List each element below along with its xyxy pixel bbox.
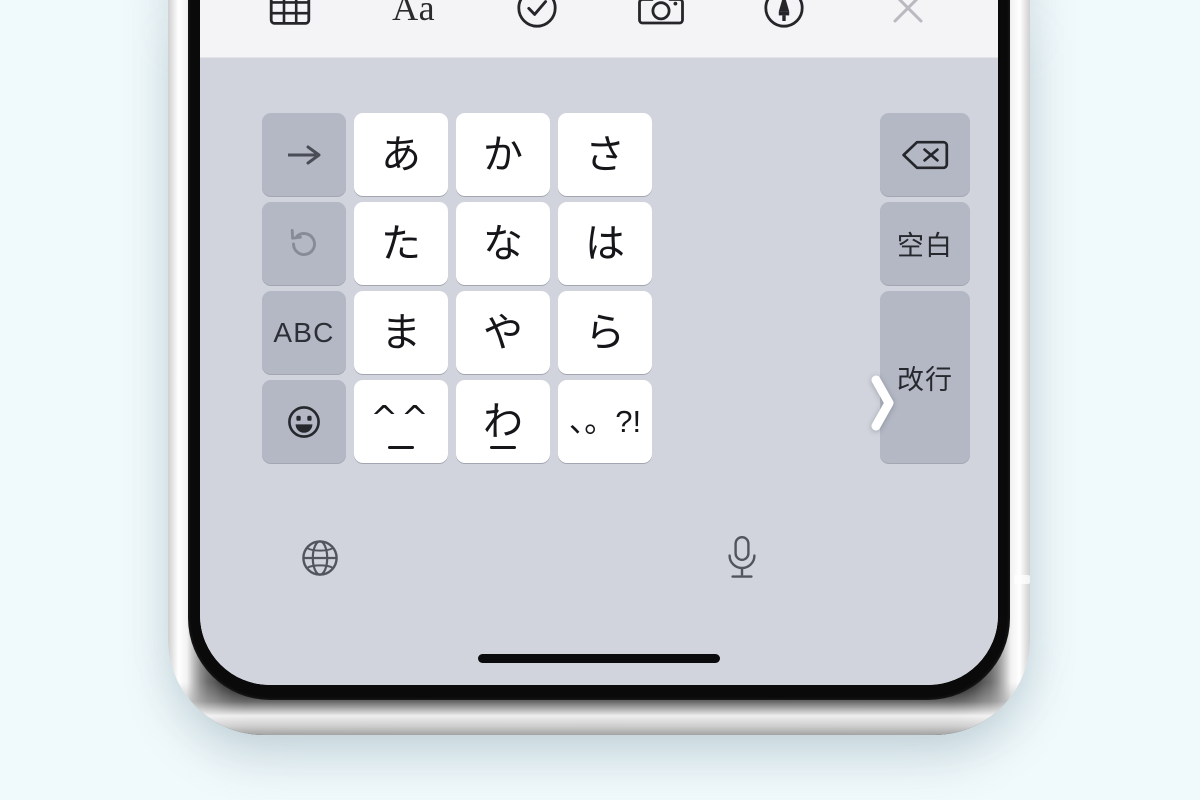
globe-icon[interactable] [290,528,350,588]
key-na[interactable]: な [456,202,550,285]
key-delete[interactable] [880,113,970,196]
phone-screen: Aa あ か さ た な は ABC ま や ら ^^ わ 、。?! 空白 改行 [200,0,998,685]
key-sa[interactable]: さ [558,113,652,196]
close-icon[interactable] [876,0,940,40]
check-circle-icon[interactable] [505,0,569,40]
keyboard-main-grid: あ か さ た な は ABC ま や ら ^^ わ 、。?! [258,110,728,466]
table-icon[interactable] [258,0,322,40]
key-ma[interactable]: ま [354,291,448,374]
kaomoji-underscore [388,446,414,449]
markup-pen-icon[interactable] [752,0,816,40]
key-kaomoji[interactable]: ^^ [354,380,448,463]
camera-icon[interactable] [629,0,693,40]
text-format-label: Aa [392,0,436,28]
notes-accessory-toolbar: Aa [200,0,998,58]
key-punctuation[interactable]: 、。?! [558,380,652,463]
key-ta[interactable]: た [354,202,448,285]
key-undo[interactable] [262,202,346,285]
key-space[interactable]: 空白 [880,202,970,285]
screenshot-stage: Aa あ か さ た な は ABC ま や ら ^^ わ 、。?! 空白 改行 [0,0,1200,800]
key-a[interactable]: あ [354,113,448,196]
key-kaomoji-label: ^^ [370,398,432,437]
key-emoji[interactable] [262,380,346,463]
key-ra[interactable]: ら [558,291,652,374]
key-punctuation-label: 、。?! [568,404,642,439]
keyboard-bottom-bar [200,520,998,616]
wa-underscore [490,446,516,449]
antenna-band [1014,575,1030,584]
key-wa[interactable]: わ [456,380,550,463]
microphone-icon[interactable] [712,528,772,588]
key-ya[interactable]: や [456,291,550,374]
key-ha[interactable]: は [558,202,652,285]
home-indicator[interactable] [478,654,720,663]
next-chevron-icon[interactable] [862,368,902,438]
key-arrow-right[interactable] [262,113,346,196]
key-wa-label: わ [483,399,523,444]
key-abc[interactable]: ABC [262,291,346,374]
text-format-button[interactable]: Aa [382,0,446,40]
key-ka[interactable]: か [456,113,550,196]
